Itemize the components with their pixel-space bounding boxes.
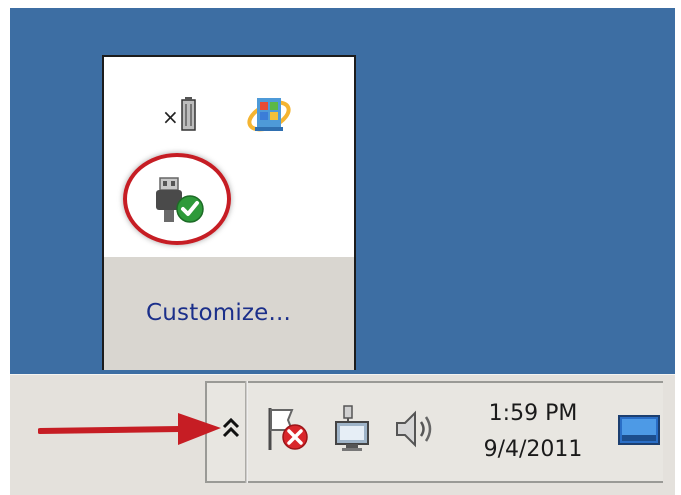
windows-update-icon[interactable] <box>244 92 292 138</box>
system-clock[interactable]: 1:59 PM 9/4/2011 <box>468 396 598 468</box>
clock-date: 9/4/2011 <box>483 437 583 462</box>
popup-footer: Customize... <box>104 257 354 370</box>
red-arrow-annotation <box>38 413 221 445</box>
no-device-battery-icon[interactable]: × <box>160 96 206 136</box>
tray-separator <box>245 381 248 483</box>
customize-link[interactable]: Customize... <box>146 300 291 326</box>
clock-time: 1:59 PM <box>488 401 578 426</box>
network-icon[interactable] <box>330 404 378 452</box>
show-hidden-icons-chevron-icon[interactable] <box>220 414 242 444</box>
volume-icon[interactable] <box>393 408 441 450</box>
show-desktop-icon[interactable] <box>617 414 663 448</box>
svg-text:×: × <box>162 105 179 129</box>
highlight-ring-annotation <box>123 153 231 245</box>
action-center-flag-icon[interactable] <box>262 404 314 454</box>
